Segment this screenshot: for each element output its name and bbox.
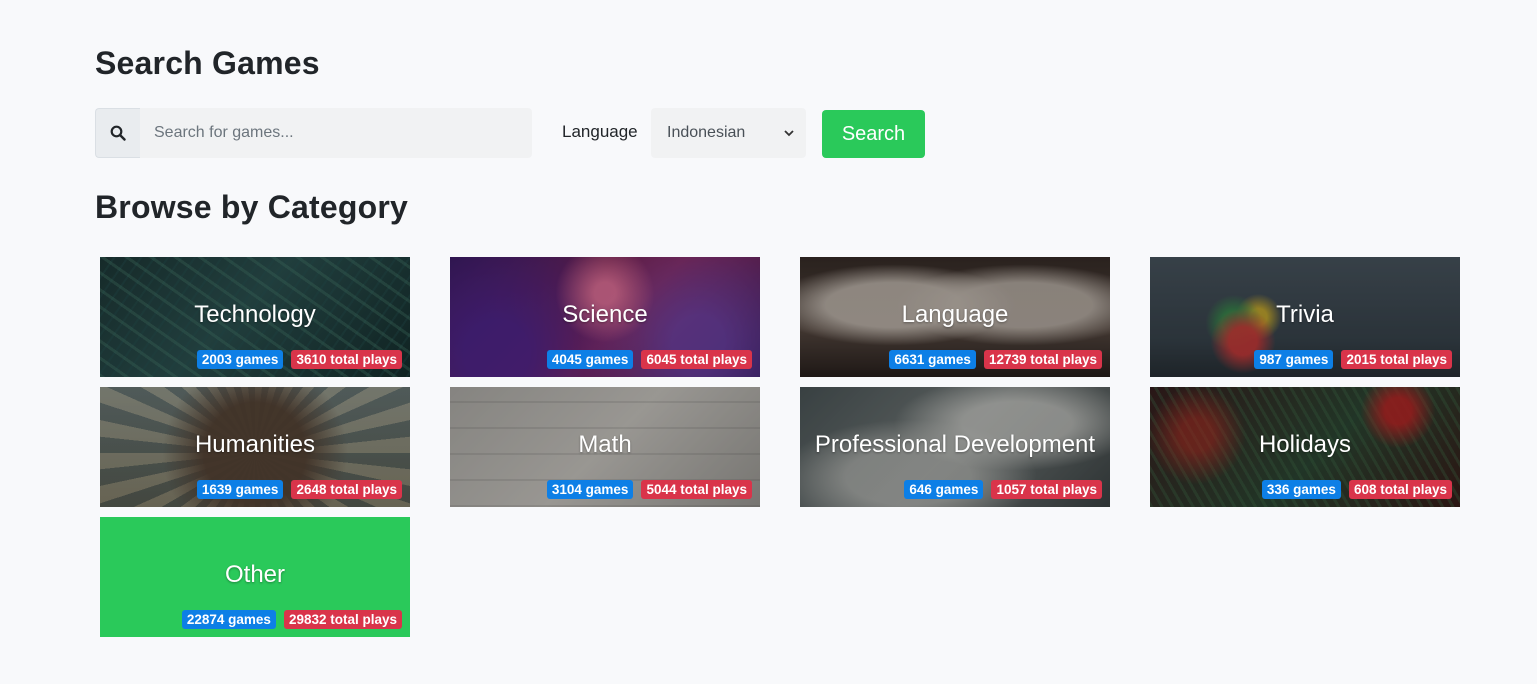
category-card-science[interactable]: Science 4045 games 6045 total plays	[450, 257, 760, 377]
plays-count-badge: 12739 total plays	[983, 350, 1102, 369]
plays-count-badge: 2648 total plays	[291, 480, 402, 499]
plays-count-badge: 5044 total plays	[641, 480, 752, 499]
category-badges: 336 games 608 total plays	[1261, 480, 1452, 499]
games-count-badge: 2003 games	[196, 350, 284, 369]
page-title: Search Games	[95, 45, 320, 81]
games-count-badge: 987 games	[1254, 350, 1334, 369]
category-badges: 4045 games 6045 total plays	[546, 350, 752, 369]
plays-count-badge: 1057 total plays	[991, 480, 1102, 499]
games-count-badge: 6631 games	[889, 350, 976, 369]
games-count-badge: 22874 games	[181, 610, 276, 629]
section-title-categories: Browse by Category	[95, 189, 409, 225]
category-title: Professional Development	[814, 431, 1096, 458]
language-selected-value: Indonesian	[667, 124, 746, 141]
plays-count-badge: 6045 total plays	[641, 350, 752, 369]
category-badges: 6631 games 12739 total plays	[889, 350, 1102, 369]
category-title: Trivia	[1276, 301, 1334, 328]
plays-count-badge: 2015 total plays	[1341, 350, 1452, 369]
page: Search Games Language Indonesian Search …	[0, 0, 1537, 684]
language-select[interactable]: Indonesian	[651, 108, 806, 158]
plays-count-badge: 3610 total plays	[291, 350, 402, 369]
category-badges: 22874 games 29832 total plays	[181, 610, 402, 629]
category-card-math[interactable]: Math 3104 games 5044 total plays	[450, 387, 760, 507]
category-title: Other	[224, 561, 286, 588]
search-icon	[110, 125, 126, 141]
category-badges: 2003 games 3610 total plays	[196, 350, 402, 369]
category-badges: 1639 games 2648 total plays	[196, 480, 402, 499]
category-title: Math	[578, 431, 632, 458]
category-badges: 987 games 2015 total plays	[1254, 350, 1452, 369]
chevron-down-icon	[784, 130, 794, 137]
category-grid: Technology 2003 games 3610 total plays S…	[100, 257, 1460, 637]
games-count-badge: 4045 games	[546, 350, 634, 369]
category-card-holidays[interactable]: Holidays 336 games 608 total plays	[1150, 387, 1460, 507]
language-label: Language	[562, 122, 638, 141]
category-card-language[interactable]: Language 6631 games 12739 total plays	[800, 257, 1110, 377]
category-card-professional-development[interactable]: Professional Development 646 games 1057 …	[800, 387, 1110, 507]
games-count-badge: 336 games	[1261, 480, 1341, 499]
games-count-badge: 646 games	[904, 480, 984, 499]
category-title: Humanities	[194, 431, 316, 458]
games-count-badge: 1639 games	[196, 480, 284, 499]
search-addon	[95, 108, 140, 158]
category-title: Language	[901, 301, 1009, 328]
search-input[interactable]	[140, 108, 532, 158]
category-badges: 646 games 1057 total plays	[904, 480, 1102, 499]
search-group	[95, 108, 532, 158]
category-card-technology[interactable]: Technology 2003 games 3610 total plays	[100, 257, 410, 377]
category-title: Science	[562, 301, 648, 328]
category-card-other[interactable]: Other 22874 games 29832 total plays	[100, 517, 410, 637]
search-button[interactable]: Search	[822, 110, 925, 158]
category-title: Holidays	[1258, 431, 1352, 458]
category-title: Technology	[194, 301, 316, 328]
category-card-trivia[interactable]: Trivia 987 games 2015 total plays	[1150, 257, 1460, 377]
plays-count-badge: 608 total plays	[1348, 480, 1452, 499]
category-card-humanities[interactable]: Humanities 1639 games 2648 total plays	[100, 387, 410, 507]
plays-count-badge: 29832 total plays	[283, 610, 402, 629]
category-badges: 3104 games 5044 total plays	[546, 480, 752, 499]
games-count-badge: 3104 games	[546, 480, 634, 499]
